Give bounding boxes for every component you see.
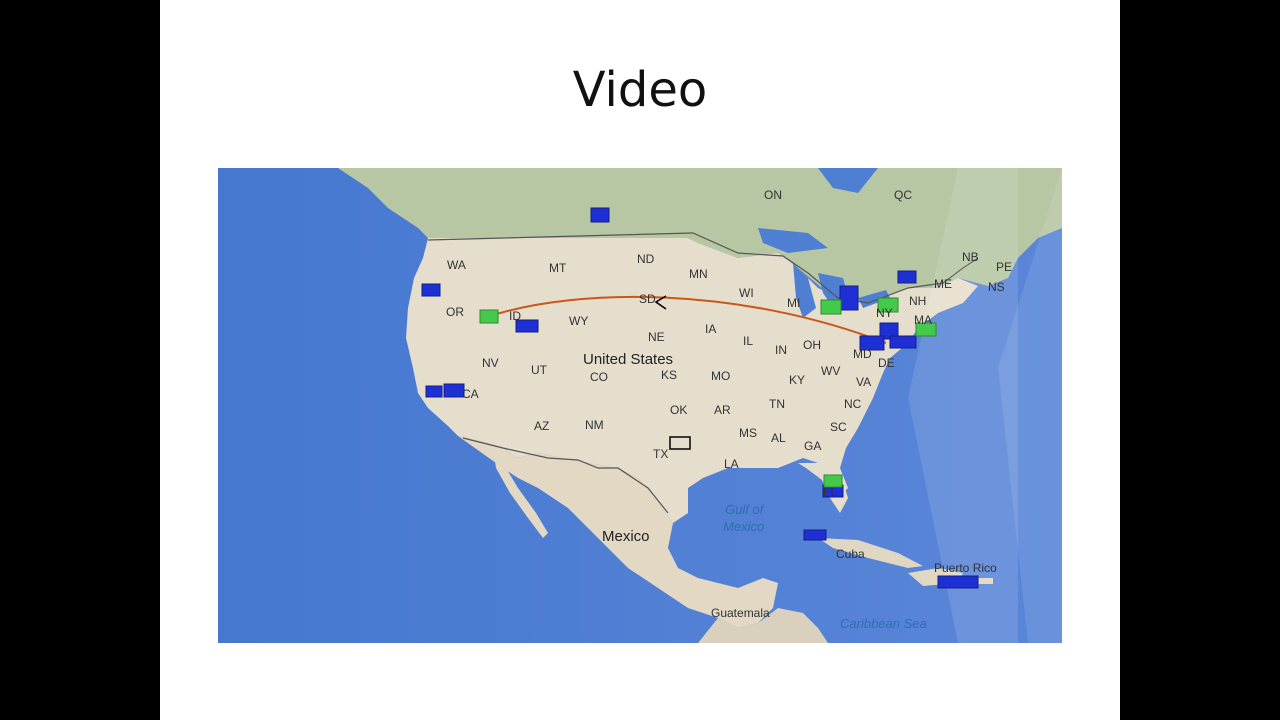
label-guatemala: Guatemala <box>711 606 770 620</box>
marker <box>443 383 465 398</box>
label-nb: NB <box>962 250 979 264</box>
label-me: ME <box>934 277 952 291</box>
label-mn: MN <box>689 267 708 281</box>
label-fl: FL <box>823 485 837 499</box>
label-puerto-rico: Puerto Rico <box>934 561 997 575</box>
marker <box>590 207 610 223</box>
label-nc: NC <box>844 397 862 411</box>
marker <box>937 575 979 589</box>
label-ia: IA <box>705 322 716 336</box>
label-qc: QC <box>894 188 912 202</box>
map-photo: United States Mexico Cuba Puerto Rico Gu… <box>218 168 1062 643</box>
label-nd: ND <box>637 252 655 266</box>
marker <box>421 283 441 297</box>
label-md: MD <box>853 347 872 361</box>
label-gulf-line1: Gulf of <box>725 502 765 517</box>
label-la: LA <box>724 457 739 471</box>
marker <box>820 299 842 315</box>
label-id: ID <box>509 309 521 323</box>
label-al: AL <box>771 431 786 445</box>
marker <box>803 529 827 541</box>
label-united-states: United States <box>583 351 673 368</box>
label-ky: KY <box>789 373 805 387</box>
label-nv: NV <box>482 356 499 370</box>
label-on: ON <box>764 188 782 202</box>
label-co: CO <box>590 370 608 384</box>
label-ma: MA <box>914 313 932 327</box>
marker <box>897 270 917 284</box>
label-or: OR <box>446 305 464 319</box>
label-mt: MT <box>549 261 567 275</box>
label-sd: SD <box>639 292 656 306</box>
label-wi: WI <box>739 286 754 300</box>
label-ga: GA <box>804 439 821 453</box>
label-ne: NE <box>648 330 665 344</box>
marker <box>425 385 443 398</box>
label-caribbean: Caribbean Sea <box>840 616 927 631</box>
label-wv: WV <box>821 364 840 378</box>
marker <box>479 309 499 324</box>
label-ar: AR <box>714 403 731 417</box>
slide-title: Video <box>572 62 708 118</box>
label-ks: KS <box>661 368 677 382</box>
label-ns: NS <box>988 280 1005 294</box>
label-ms: MS <box>739 426 757 440</box>
label-ny: NY <box>876 306 893 320</box>
map-image: United States Mexico Cuba Puerto Rico Gu… <box>218 168 1062 643</box>
label-az: AZ <box>534 419 549 433</box>
label-wy: WY <box>569 314 588 328</box>
label-mo: MO <box>711 369 730 383</box>
label-nm: NM <box>585 418 604 432</box>
label-va: VA <box>856 375 871 389</box>
label-cuba: Cuba <box>836 547 865 561</box>
label-mexico: Mexico <box>602 528 650 545</box>
label-ok: OK <box>670 403 687 417</box>
slide: Video United States Mexico Cuba Puerto R… <box>160 0 1120 720</box>
label-gulf-line2: Mexico <box>723 519 764 534</box>
label-tx: TX <box>653 447 668 461</box>
label-mi: MI <box>787 296 800 310</box>
label-de: DE <box>878 356 895 370</box>
label-nh: NH <box>909 294 926 308</box>
label-wa: WA <box>447 258 466 272</box>
marker <box>839 285 859 311</box>
label-ca: CA <box>462 387 479 401</box>
label-ut: UT <box>531 363 548 377</box>
label-sc: SC <box>830 420 847 434</box>
label-in: IN <box>775 343 787 357</box>
marker <box>889 335 917 349</box>
label-tn: TN <box>769 397 785 411</box>
label-il: IL <box>743 334 753 348</box>
label-pe: PE <box>996 260 1012 274</box>
label-oh: OH <box>803 338 821 352</box>
